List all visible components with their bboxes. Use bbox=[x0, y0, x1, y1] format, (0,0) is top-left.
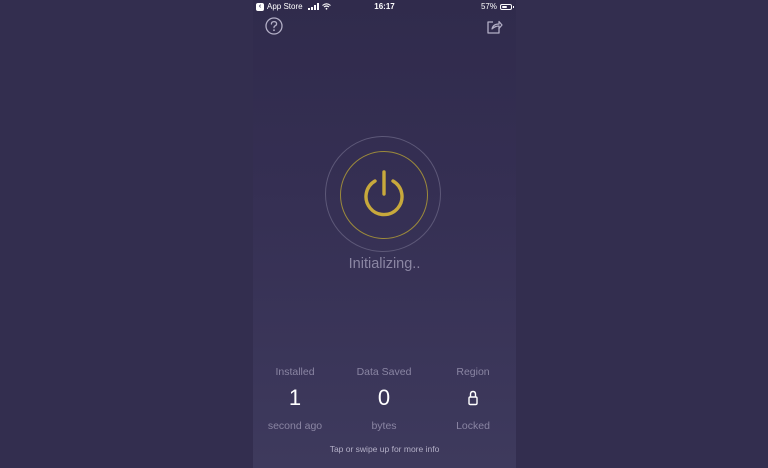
stat-value: 1 bbox=[288, 385, 302, 410]
screen: ‹ App Store 16:17 57% Initializing.. Ins… bbox=[0, 0, 768, 468]
question-circle-icon[interactable] bbox=[265, 17, 283, 35]
stat-label: Region bbox=[456, 366, 490, 378]
stat-sub: second ago bbox=[267, 420, 323, 432]
status-bar: ‹ App Store 16:17 57% bbox=[253, 0, 516, 13]
stat-value bbox=[431, 384, 515, 412]
stat-data-saved: Data Saved 0 bytes bbox=[342, 366, 426, 432]
app-screen: ‹ App Store 16:17 57% Initializing.. Ins… bbox=[253, 0, 516, 468]
stat-sub: bytes bbox=[371, 420, 397, 432]
lock-icon bbox=[468, 390, 478, 406]
battery-status: 57% bbox=[480, 2, 514, 11]
stat-value: 0 bbox=[377, 385, 391, 410]
stat-region: Region Locked bbox=[431, 366, 515, 432]
stat-label: Installed bbox=[275, 366, 315, 378]
battery-icon bbox=[500, 3, 514, 10]
swipe-hint[interactable]: Tap or swipe up for more info bbox=[253, 444, 516, 454]
power-icon bbox=[364, 170, 404, 217]
stat-installed: Installed 1 second ago bbox=[253, 366, 337, 432]
battery-percent: 57% bbox=[480, 2, 497, 11]
stat-label: Data Saved bbox=[356, 366, 412, 378]
connection-status: Initializing.. bbox=[348, 256, 421, 272]
share-icon[interactable] bbox=[486, 18, 503, 35]
stat-sub: Locked bbox=[456, 420, 490, 432]
clock: 16:17 bbox=[374, 2, 395, 11]
